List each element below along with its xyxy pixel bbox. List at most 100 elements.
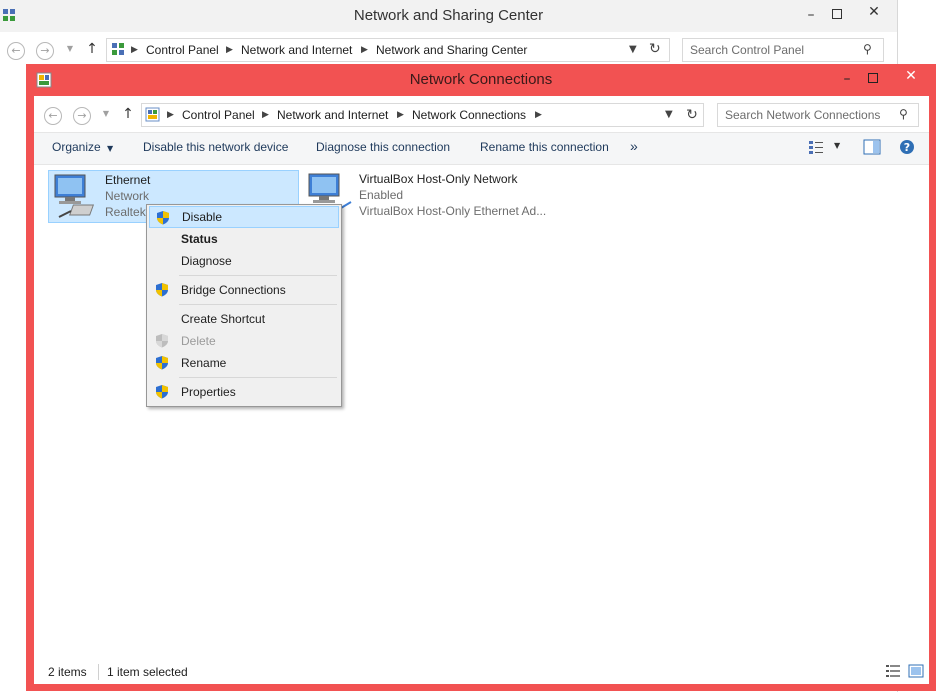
menu-label: Create Shortcut [181,312,266,326]
back-arrow-icon: ← [44,107,62,125]
virtualbox-connection-item[interactable]: VirtualBox Host-Only Network Enabled Vir… [303,170,563,221]
refresh-icon[interactable]: ↻ [649,41,661,57]
recent-dropdown-icon[interactable]: ▼ [60,39,80,59]
menu-label: Bridge Connections [181,283,286,297]
close-button[interactable]: ✕ [889,66,933,86]
selection-count: 1 item selected [107,665,188,679]
maximize-button[interactable] [862,68,884,90]
context-menu: Disable Status Diagnose Bridge Connectio… [146,204,342,407]
breadcrumb-separator[interactable]: ▶ [262,104,269,126]
menu-item-properties[interactable]: Properties [149,381,337,403]
uac-shield-icon [156,334,168,348]
menu-label: Properties [181,385,236,399]
item-name: Ethernet [105,173,151,187]
forward-button[interactable]: → [72,104,92,125]
menu-item-create-shortcut[interactable]: Create Shortcut [149,308,337,330]
disable-device-button[interactable]: Disable this network device [143,140,288,154]
maximize-icon [868,73,878,83]
menu-separator [179,304,337,305]
chevron-down-icon[interactable]: ▼ [629,44,637,55]
help-button[interactable]: ? [899,139,915,155]
control-panel-icon [145,107,160,122]
minimize-icon: – [843,71,851,87]
search-control-panel[interactable]: Search Control Panel ⚲ [682,38,884,62]
breadcrumb-separator[interactable]: ▶ [397,104,404,126]
svg-text:?: ? [904,141,910,154]
chevron-down-icon[interactable]: ▼ [665,109,673,120]
item-device: Realtek [105,205,146,219]
forward-button[interactable]: → [35,39,55,60]
item-name: VirtualBox Host-Only Network [359,172,518,186]
menu-item-disable[interactable]: Disable [149,206,339,228]
breadcrumb-control-panel[interactable]: Control Panel [182,104,255,126]
close-icon: ✕ [905,68,917,84]
forward-arrow-icon: → [73,107,91,125]
details-view-button[interactable] [885,664,901,678]
breadcrumb-separator[interactable]: ▶ [361,39,368,61]
menu-label: Delete [181,334,216,348]
status-divider [98,664,99,680]
background-window-title: Network and Sharing Center [353,7,544,24]
address-bar[interactable]: ▶ Control Panel ▶ Network and Internet ▶… [106,38,670,62]
menu-item-diagnose[interactable]: Diagnose [149,250,337,272]
item-device: VirtualBox Host-Only Ethernet Ad... [359,204,547,218]
uac-shield-icon [156,356,168,370]
menu-item-status[interactable]: Status [149,228,337,250]
search-icon[interactable]: ⚲ [863,42,872,56]
up-arrow-icon[interactable]: ↑ [118,104,138,124]
minimize-icon: – [807,7,815,23]
menu-label: Rename [181,356,227,370]
menu-item-bridge-connections[interactable]: Bridge Connections [149,279,337,301]
back-button[interactable]: ← [43,104,63,125]
network-adapter-icon [54,174,95,218]
close-button[interactable]: ✕ [852,2,896,22]
item-count: 2 items [48,665,87,679]
menu-label: Diagnose [181,254,232,268]
recent-dropdown-icon[interactable]: ▼ [96,104,116,124]
rename-connection-button[interactable]: Rename this connection [480,140,609,154]
menu-item-delete[interactable]: Delete [149,330,337,352]
breadcrumb-separator[interactable]: ▶ [167,104,174,126]
refresh-icon: ↻ [686,107,698,123]
view-details-icon [809,141,823,154]
minimize-button[interactable]: – [836,68,858,90]
more-commands-button[interactable]: » [630,138,638,154]
minimize-button[interactable]: – [800,4,822,26]
preview-pane-button[interactable] [863,139,881,155]
preview-pane-icon [863,139,881,155]
breadcrumb-current[interactable]: Network and Sharing Center [376,39,527,61]
uac-shield-icon [156,385,168,399]
back-button[interactable]: ← [6,39,26,60]
chevron-down-icon: ▼ [107,144,114,153]
breadcrumb-current[interactable]: Network Connections [412,104,526,126]
menu-label: Disable [182,210,223,224]
maximize-button[interactable] [826,4,848,26]
breadcrumb-network-internet[interactable]: Network and Internet [277,104,388,126]
large-icons-view-button[interactable] [908,664,924,678]
details-view-icon [886,665,900,677]
breadcrumb-control-panel[interactable]: Control Panel [146,39,219,61]
menu-separator [179,377,337,378]
diagnose-connection-button[interactable]: Diagnose this connection [316,140,450,154]
back-arrow-icon: ← [7,42,25,60]
address-bar[interactable]: ▶ Control Panel ▶ Network and Internet ▶… [141,103,683,127]
uac-shield-icon [156,283,168,297]
up-arrow-icon[interactable]: ↑ [82,39,102,59]
view-options-button[interactable]: ▼ [808,139,844,157]
refresh-button[interactable]: ↻ [681,103,704,127]
search-network-connections[interactable]: Search Network Connections ⚲ [717,103,919,127]
close-icon: ✕ [868,4,880,20]
control-panel-icon [111,42,125,56]
uac-shield-icon [157,211,169,225]
breadcrumb-separator[interactable]: ▶ [535,104,542,126]
search-icon[interactable]: ⚲ [899,107,908,121]
breadcrumb-separator[interactable]: ▶ [131,39,138,61]
search-placeholder: Search Control Panel [690,43,805,57]
chevron-down-icon: ▼ [834,141,841,150]
breadcrumb-network-internet[interactable]: Network and Internet [241,39,352,61]
menu-item-rename[interactable]: Rename [149,352,337,374]
breadcrumb-separator[interactable]: ▶ [226,39,233,61]
organize-menu[interactable]: Organize ▼ [52,140,113,154]
search-placeholder: Search Network Connections [725,108,881,122]
item-status: Enabled [359,188,404,202]
